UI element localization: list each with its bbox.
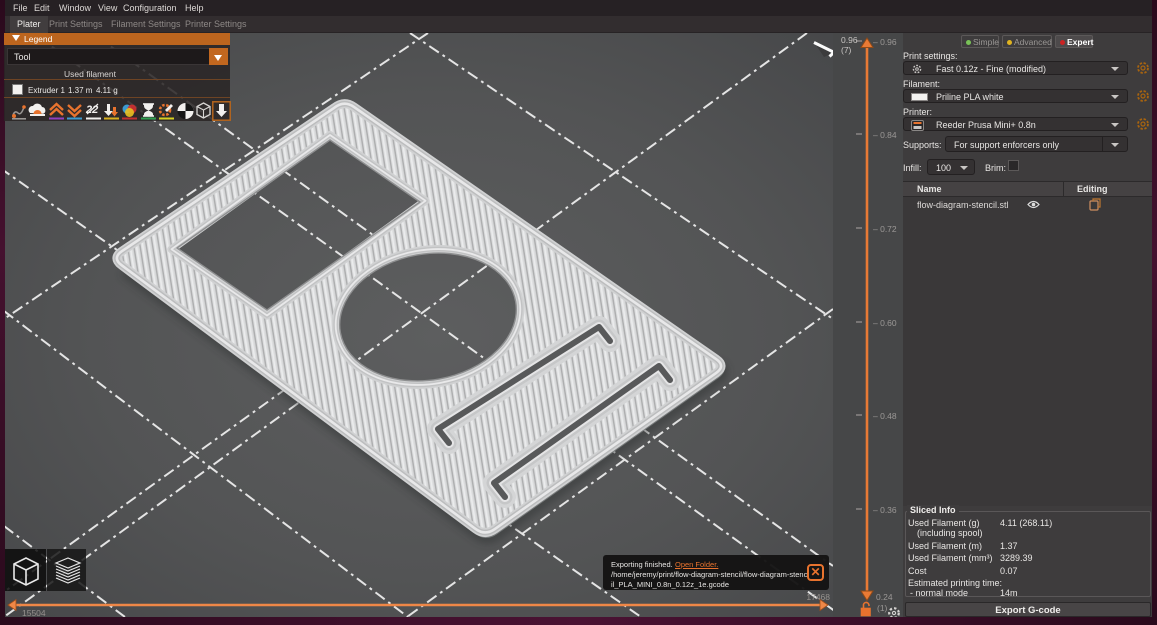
svg-text:17468: 17468 — [806, 592, 830, 602]
svg-text:15504: 15504 — [22, 608, 46, 617]
